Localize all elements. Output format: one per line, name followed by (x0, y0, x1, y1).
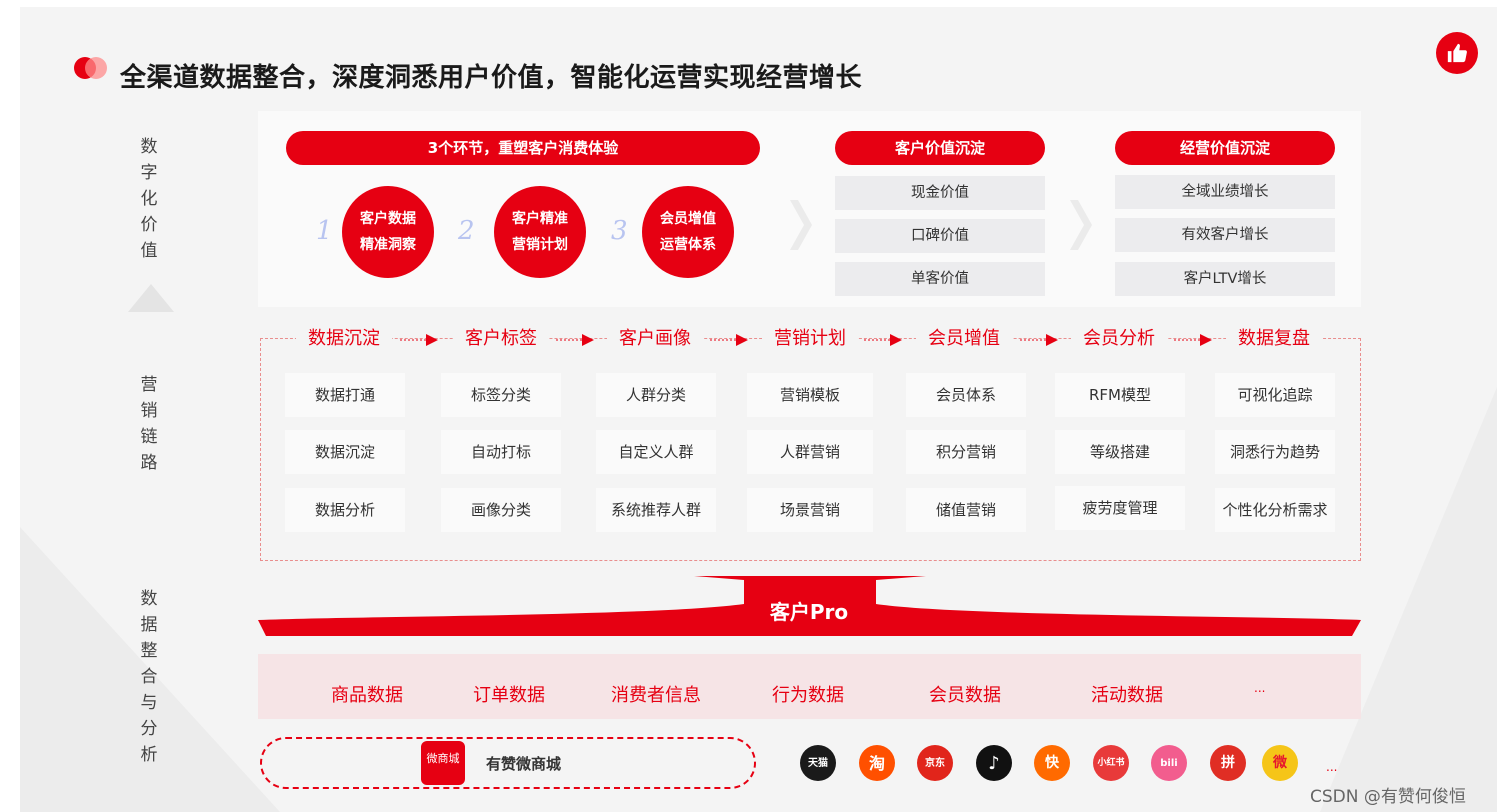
customer-value-header: 客户价值沉淀 (835, 131, 1045, 165)
chain-item: 可视化追踪 (1215, 373, 1335, 417)
stage-data-precipitation: 数据沉淀 (296, 326, 392, 352)
customer-pro-label: 客户Pro (769, 600, 849, 624)
step-number-3: 3 (611, 216, 628, 246)
chain-item: 画像分类 (441, 488, 561, 532)
chevron-right-icon (790, 200, 812, 250)
jd-icon: 京东 (917, 745, 953, 781)
chain-item: 储值营销 (906, 488, 1026, 532)
chain-item: 会员体系 (906, 373, 1026, 417)
youzan-label: 有赞微商城 (486, 755, 562, 773)
weibo-icon: 微 (1262, 745, 1298, 781)
step-circle-3: 会员增值 运营体系 (642, 186, 734, 278)
chain-item: 数据沉淀 (285, 430, 405, 474)
stage-marketing-plan: 营销计划 (762, 326, 858, 352)
chain-item: 人群分类 (596, 373, 716, 417)
stage-member-analysis: 会员分析 (1071, 326, 1167, 352)
chain-item: 个性化分析需求 (1215, 488, 1335, 532)
step-circle-2: 客户精准 营销计划 (494, 186, 586, 278)
pinduoduo-icon: 拼 (1210, 745, 1246, 781)
step-1-line-2: 精准洞察 (360, 237, 416, 253)
chain-item: 数据打通 (285, 373, 405, 417)
arrow-right-icon (1174, 334, 1212, 346)
title-decoration-icon (74, 57, 108, 79)
bilibili-icon: bili (1151, 745, 1187, 781)
thumbs-up-logo-icon (1436, 32, 1478, 74)
chain-item: RFM模型 (1055, 373, 1185, 417)
side-label-marketing-chain: 营销链路 (140, 375, 158, 473)
chain-item: 标签分类 (441, 373, 561, 417)
step-1-line-1: 客户数据 (360, 211, 416, 227)
customer-value-item: 现金价值 (835, 176, 1045, 210)
data-source-item: 订单数据 (473, 685, 545, 706)
chain-item: 洞悉行为趋势 (1215, 430, 1335, 474)
step-3-line-2: 运营体系 (660, 237, 716, 253)
chain-item: 积分营销 (906, 430, 1026, 474)
douyin-icon: ♪ (976, 745, 1012, 781)
data-source-item: 行为数据 (772, 685, 844, 706)
experience-banner: 3个环节，重塑客户消费体验 (286, 131, 760, 165)
data-source-item: 消费者信息 (611, 685, 701, 706)
platform-more: ... (1326, 760, 1338, 774)
chevron-right-icon (1070, 200, 1092, 250)
youzan-logo-text: 微商城 (426, 752, 460, 765)
step-circle-1: 客户数据 精准洞察 (342, 186, 434, 278)
chain-item: 系统推荐人群 (596, 488, 716, 532)
business-value-item: 全域业绩增长 (1115, 175, 1335, 209)
chain-item: 场景营销 (747, 488, 873, 532)
tmall-icon: 天猫 (800, 745, 836, 781)
stage-customer-tag: 客户标签 (453, 326, 549, 352)
step-number-2: 2 (458, 216, 475, 246)
data-source-item: 活动数据 (1091, 685, 1163, 706)
step-2-line-1: 客户精准 (512, 211, 568, 227)
arrow-right-icon (864, 334, 902, 346)
side-label-data-integration: 数据整合与分析 (140, 589, 158, 765)
customer-value-item: 口碑价值 (835, 219, 1045, 253)
customer-value-item: 单客价值 (835, 262, 1045, 296)
data-source-more: ... (1254, 681, 1266, 695)
arrow-right-icon (556, 334, 594, 346)
chain-item: 自定义人群 (596, 430, 716, 474)
arrow-right-icon (1020, 334, 1058, 346)
data-source-item: 商品数据 (331, 685, 403, 706)
side-arrow-up-icon (128, 284, 174, 312)
step-2-line-2: 营销计划 (512, 237, 568, 253)
side-label-digital-value: 数字化价值 (140, 137, 158, 261)
chain-item: 人群营销 (747, 430, 873, 474)
arrow-right-icon (710, 334, 748, 346)
step-number-1: 1 (316, 216, 333, 246)
data-source-item: 会员数据 (929, 685, 1001, 706)
chain-item: 自动打标 (441, 430, 561, 474)
page-title: 全渠道数据整合，深度洞悉用户价值，智能化运营实现经营增长 (120, 63, 863, 93)
xiaohongshu-icon: 小红书 (1093, 745, 1129, 781)
business-value-item: 有效客户增长 (1115, 218, 1335, 252)
chain-item: 等级搭建 (1055, 430, 1185, 474)
business-value-header: 经营价值沉淀 (1115, 131, 1335, 165)
step-3-line-1: 会员增值 (660, 211, 716, 227)
stage-customer-portrait: 客户画像 (607, 326, 703, 352)
stage-data-review: 数据复盘 (1226, 326, 1322, 352)
chain-item: 营销模板 (747, 373, 873, 417)
watermark: CSDN @有赞何俊恒 (1310, 787, 1466, 807)
business-value-item: 客户LTV增长 (1115, 262, 1335, 296)
youzan-logo-icon: 微商城 (421, 741, 465, 785)
taobao-icon: 淘 (859, 745, 895, 781)
chain-item: 疲劳度管理 (1055, 486, 1185, 530)
stage-member-value-add: 会员增值 (916, 326, 1012, 352)
kuaishou-icon: 快 (1034, 745, 1070, 781)
chain-item: 数据分析 (285, 488, 405, 532)
arrow-right-icon (400, 334, 438, 346)
